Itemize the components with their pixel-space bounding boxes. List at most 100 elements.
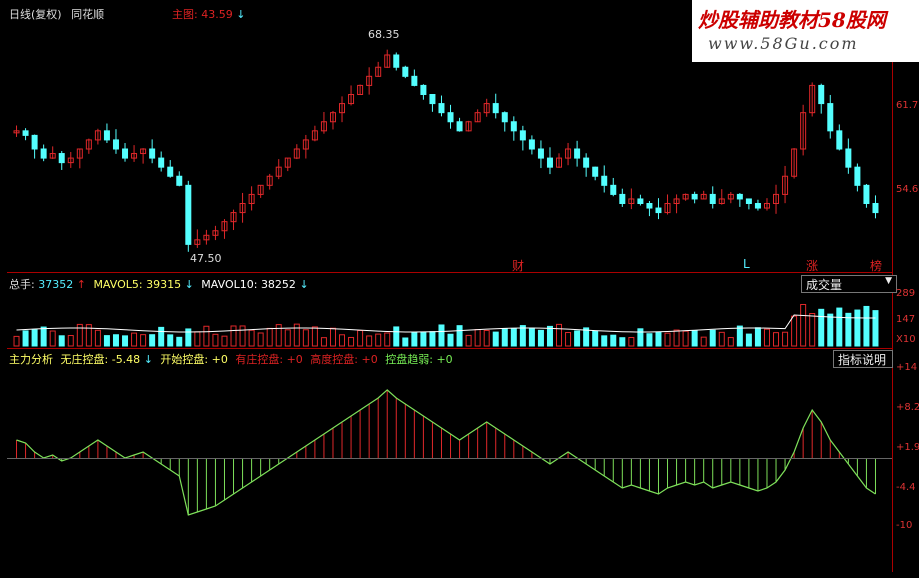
volume-bar	[745, 333, 752, 347]
indicator-help-button[interactable]: 指标说明	[833, 350, 893, 368]
candle-body	[818, 84, 825, 105]
indicator-tick: -10	[896, 520, 913, 531]
candle-body	[610, 184, 617, 195]
candle-body	[420, 84, 427, 95]
candle-body	[646, 203, 653, 209]
volume-bar	[863, 305, 870, 347]
volume-bar	[266, 327, 273, 347]
volume-bar	[628, 337, 635, 347]
volume-bar	[854, 309, 861, 347]
volume-bar	[519, 325, 526, 347]
volume-bar	[601, 335, 608, 347]
volume-bar	[727, 337, 734, 347]
candle-body	[112, 139, 119, 150]
volume-bar	[348, 336, 355, 347]
volume-bar	[556, 323, 563, 347]
volume-ma-line	[16, 314, 876, 333]
volume-bar	[510, 328, 517, 347]
volume-bar	[203, 325, 210, 347]
volume-tick: X10	[896, 334, 916, 345]
candle-body	[103, 130, 110, 141]
volume-bar	[194, 331, 201, 347]
event-marker[interactable]: 榜	[870, 257, 882, 274]
volume-bar	[754, 327, 761, 347]
volume-bar	[872, 310, 879, 347]
volume-bar	[682, 330, 689, 347]
indicator-layer	[16, 389, 876, 516]
volume-bar	[149, 334, 156, 347]
candles-layer	[13, 49, 879, 252]
volume-bar	[257, 332, 264, 347]
volume-bar	[22, 330, 29, 347]
volume-bar	[384, 332, 391, 347]
volume-bar	[574, 330, 581, 347]
volume-bar	[158, 326, 165, 347]
indicator-tick: -4.4	[896, 482, 916, 493]
candle-body	[854, 166, 861, 186]
candle-body	[149, 148, 156, 159]
volume-bar	[718, 331, 725, 347]
candle-body	[836, 130, 843, 150]
low-price-label: 47.50	[190, 252, 222, 265]
volume-bar	[302, 329, 309, 347]
watermark-line1: 炒股辅助教材58股网	[698, 8, 886, 32]
watermark-banner: 炒股辅助教材58股网 www.58Gu.com	[692, 0, 919, 62]
volume-bar	[393, 326, 400, 347]
candle-body	[510, 121, 517, 132]
candle-body	[411, 75, 418, 86]
volume-bar	[167, 334, 174, 347]
volume-bar	[176, 336, 183, 347]
volume-header: 总手: 37352 ↑ MAVOL5: 39315 ↓ MAVOL10: 382…	[9, 278, 309, 291]
volume-bar	[592, 330, 599, 347]
volume-bar	[501, 328, 508, 347]
candle-body	[447, 112, 454, 123]
volume-bar	[736, 325, 743, 347]
high-price-label: 68.35	[368, 28, 400, 41]
volume-bar	[664, 332, 671, 347]
candle-body	[745, 198, 752, 204]
candle-body	[456, 121, 463, 132]
volume-bar	[655, 331, 662, 347]
volume-tick: 289	[896, 288, 916, 299]
volume-bar	[791, 315, 798, 347]
volume-bar	[402, 337, 409, 347]
event-marker[interactable]: 财	[512, 257, 524, 274]
volume-bar	[284, 329, 291, 347]
event-marker[interactable]: L	[743, 257, 750, 271]
candle-body	[872, 203, 879, 214]
volume-bar	[311, 326, 318, 347]
candle-body	[501, 112, 508, 123]
volume-bar	[320, 337, 327, 347]
volume-bar	[447, 333, 454, 347]
volume-bar	[637, 328, 644, 347]
volume-bar	[248, 329, 255, 347]
main-chart-label: 主图: 43.59 ↓	[172, 8, 246, 21]
volume-bar	[411, 331, 418, 347]
event-marker[interactable]: 涨	[806, 257, 818, 274]
price-tick: 61.7	[896, 100, 919, 111]
indicator-tick: +14	[896, 362, 918, 373]
candle-body	[691, 193, 698, 200]
volume-bar	[709, 329, 716, 347]
volume-bar	[438, 324, 445, 347]
indicator-tick: +8.2	[896, 402, 919, 413]
volume-bar	[13, 335, 20, 347]
volume-bar	[619, 337, 626, 347]
volume-bar	[537, 329, 544, 347]
volume-bar	[103, 335, 110, 347]
candle-body	[583, 157, 590, 168]
volume-bar	[375, 333, 382, 347]
candle-body	[827, 103, 834, 132]
indicator-select-dropdown[interactable]: 成交量 ▼	[801, 275, 897, 293]
volume-bar	[800, 303, 807, 347]
candle-body	[429, 94, 436, 105]
candle-body	[58, 153, 65, 164]
volume-bar	[565, 332, 572, 347]
volume-bar	[366, 335, 373, 347]
candle-body	[402, 66, 409, 77]
volume-bar	[492, 331, 499, 347]
volume-layer	[13, 303, 879, 347]
volume-bar	[809, 313, 816, 347]
candle-body	[492, 103, 499, 114]
candle-body	[863, 184, 870, 204]
